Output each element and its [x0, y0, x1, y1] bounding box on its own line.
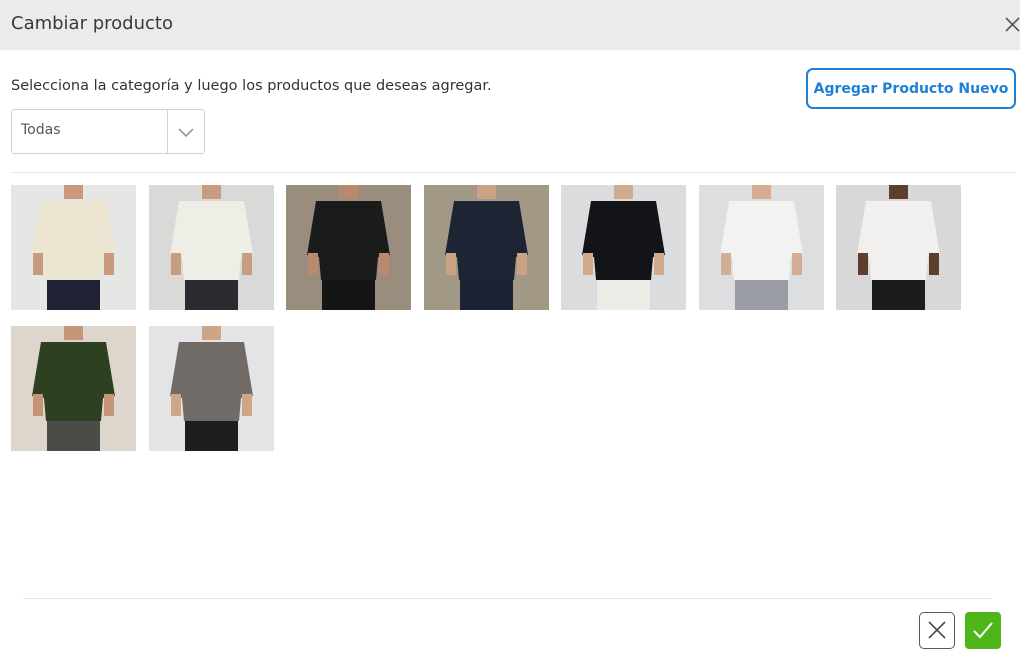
chevron-down-icon	[178, 128, 194, 138]
product-black-shirt[interactable]	[286, 185, 411, 310]
add-new-product-button[interactable]: Agregar Producto Nuevo	[806, 68, 1016, 109]
product-black-short-sleeve[interactable]	[561, 185, 686, 310]
product-image	[286, 185, 411, 310]
product-image	[11, 185, 136, 310]
product-grey-tee[interactable]	[149, 326, 274, 451]
close-icon	[1005, 17, 1020, 32]
product-white-tee-grey-pants[interactable]	[699, 185, 824, 310]
product-white-polo[interactable]	[836, 185, 961, 310]
product-image	[561, 185, 686, 310]
close-icon	[928, 621, 946, 639]
product-striped-shirt[interactable]	[149, 185, 274, 310]
close-dialog-button[interactable]	[998, 12, 1020, 38]
category-select[interactable]: Todas	[11, 109, 205, 154]
select-divider	[167, 110, 168, 153]
content-divider	[11, 172, 1016, 173]
product-green-tee[interactable]	[11, 326, 136, 451]
product-image	[836, 185, 961, 310]
cancel-button[interactable]	[919, 612, 955, 649]
product-image	[11, 326, 136, 451]
dialog-title: Cambiar producto	[11, 13, 173, 34]
confirm-button[interactable]	[965, 612, 1001, 649]
product-image	[424, 185, 549, 310]
product-image	[149, 326, 274, 451]
category-select-value: Todas	[21, 122, 61, 138]
product-cream-shirt[interactable]	[11, 185, 136, 310]
product-image	[699, 185, 824, 310]
instructions-text: Selecciona la categoría y luego los prod…	[11, 78, 492, 94]
check-icon	[973, 622, 993, 639]
footer-divider	[23, 598, 991, 599]
product-image	[149, 185, 274, 310]
product-navy-jacket[interactable]	[424, 185, 549, 310]
dialog-header: Cambiar producto	[0, 0, 1020, 50]
